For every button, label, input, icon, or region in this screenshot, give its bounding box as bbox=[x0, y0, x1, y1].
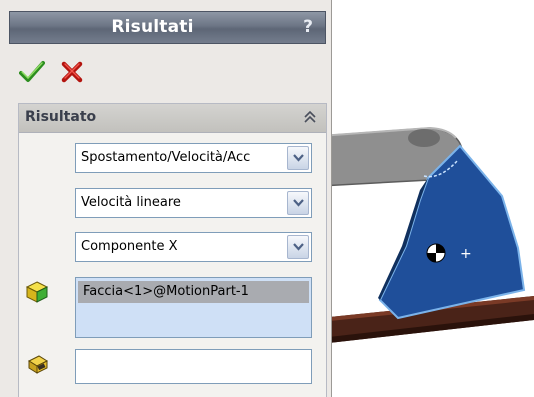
result-group-title: Risultato bbox=[25, 109, 97, 125]
center-of-mass-marker bbox=[426, 243, 446, 263]
result-subcategory-value: Velocità lineare bbox=[81, 195, 181, 210]
ok-button[interactable] bbox=[19, 60, 45, 84]
result-category-select[interactable]: Spostamento/Velocità/Acc bbox=[75, 143, 312, 173]
panel-title-bar: Risultati ? bbox=[9, 11, 326, 44]
motion-model-view[interactable]: + bbox=[320, 0, 534, 397]
result-group-header[interactable]: Risultato bbox=[19, 104, 326, 133]
result-component-value: Componente X bbox=[81, 239, 178, 254]
collapse-button[interactable] bbox=[302, 109, 318, 125]
property-manager-panel: Risultati ? Risultato Spostamento/Veloci… bbox=[0, 0, 332, 397]
result-category-dropdown-button[interactable] bbox=[287, 146, 309, 170]
origin-plus-marker: + bbox=[460, 246, 472, 262]
graphics-viewport[interactable]: + bbox=[320, 0, 534, 397]
result-component-select[interactable]: Componente X bbox=[75, 232, 312, 262]
x-icon bbox=[61, 61, 83, 83]
chevron-down-icon bbox=[293, 154, 304, 162]
cancel-button[interactable] bbox=[60, 60, 84, 84]
chevron-down-icon bbox=[293, 199, 304, 207]
double-chevron-up-icon bbox=[304, 110, 316, 123]
part-component-icon bbox=[26, 352, 50, 376]
chevron-down-icon bbox=[293, 243, 304, 251]
help-button[interactable]: ? bbox=[297, 16, 319, 38]
face-cube-icon bbox=[25, 280, 49, 304]
panel-title: Risultati bbox=[111, 17, 194, 37]
result-component-dropdown-button[interactable] bbox=[287, 235, 309, 259]
result-subcategory-dropdown-button[interactable] bbox=[287, 191, 309, 215]
list-item[interactable]: Faccia<1>@MotionPart-1 bbox=[78, 281, 309, 303]
result-group: Risultato Spostamento/Velocità/Acc Veloc… bbox=[18, 103, 327, 397]
result-subcategory-select[interactable]: Velocità lineare bbox=[75, 188, 312, 218]
selected-face-label: Faccia<1>@MotionPart-1 bbox=[83, 284, 249, 299]
result-category-value: Spostamento/Velocità/Acc bbox=[81, 150, 251, 165]
checkmark-icon bbox=[19, 61, 45, 82]
reference-part-field[interactable] bbox=[75, 349, 312, 384]
face-selection-list[interactable]: Faccia<1>@MotionPart-1 bbox=[75, 277, 312, 338]
